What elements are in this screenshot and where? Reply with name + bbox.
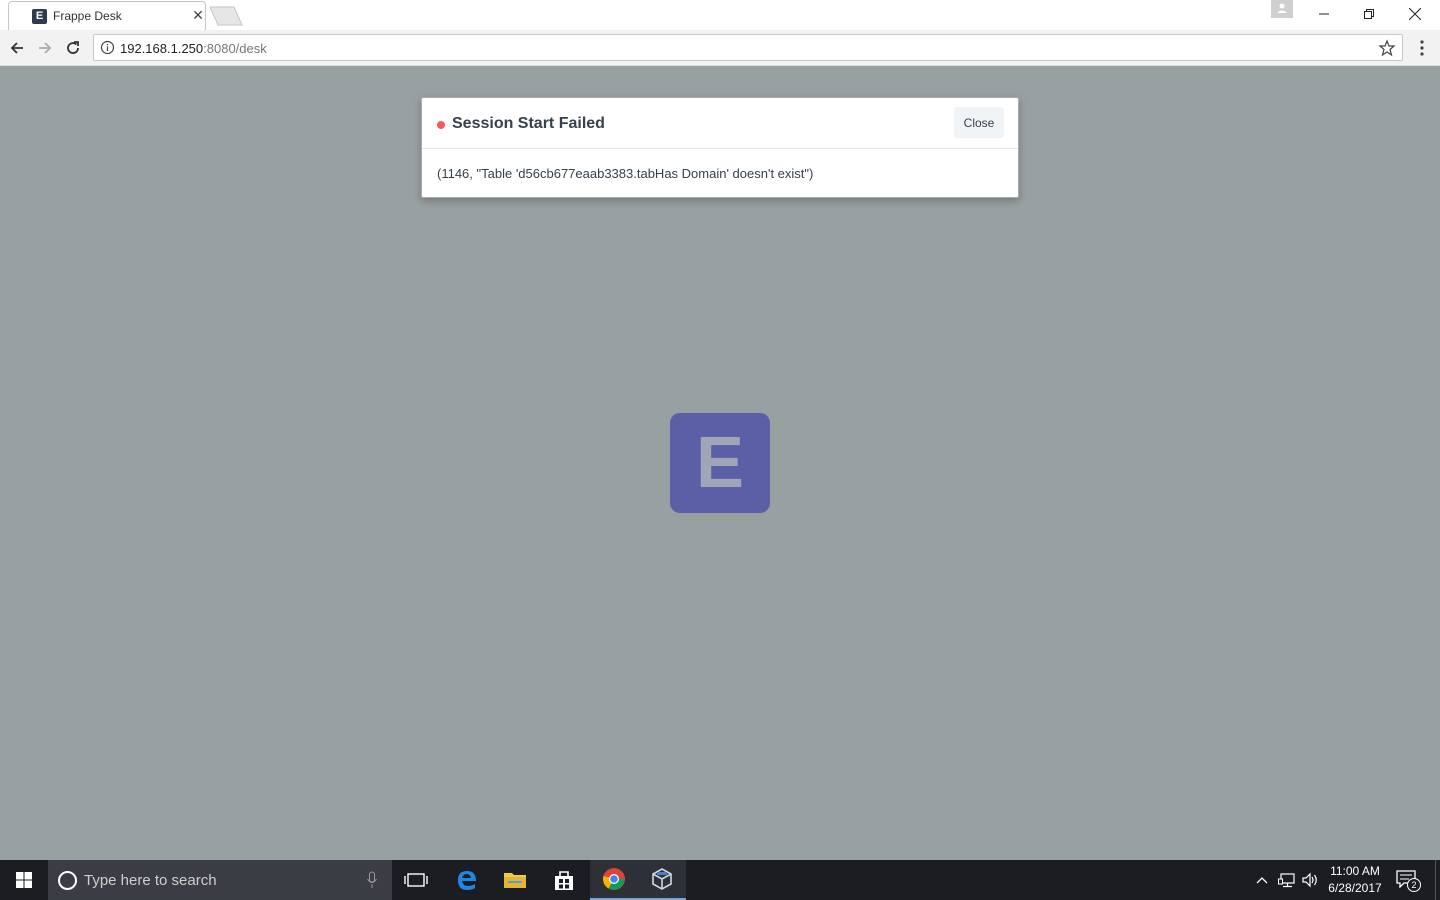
store-icon[interactable] [540, 860, 588, 900]
back-arrow-icon[interactable] [6, 37, 28, 59]
taskbar-search-box[interactable]: Type here to search [48, 860, 392, 900]
url-host: 192.168.1.250 [120, 41, 204, 56]
url-path: :8080/desk [203, 41, 267, 56]
error-indicator-icon [437, 121, 445, 129]
error-dialog: Session Start Failed Close (1146, "Table… [421, 97, 1019, 198]
clock-time: 11:00 AM [1330, 864, 1380, 878]
forward-arrow-icon[interactable] [34, 37, 56, 59]
url-text: 192.168.1.250:8080/desk [120, 41, 267, 56]
action-center-icon[interactable]: 2 [1394, 868, 1424, 892]
taskbar-clock[interactable]: 11:00 AM 6/28/2017 [1320, 863, 1390, 897]
dialog-title: Session Start Failed [452, 115, 605, 132]
bookmark-star-icon[interactable] [1378, 39, 1396, 57]
minimize-icon[interactable] [1301, 0, 1347, 28]
file-explorer-icon[interactable] [491, 860, 539, 900]
microphone-icon[interactable] [366, 871, 378, 889]
dialog-header: Session Start Failed Close [422, 98, 1018, 149]
notification-count-badge: 2 [1407, 878, 1421, 892]
reload-icon[interactable] [62, 37, 84, 59]
edge-icon[interactable] [443, 860, 491, 900]
tab-title: Frappe Desk [53, 9, 122, 23]
search-placeholder: Type here to search [84, 872, 217, 889]
browser-toolbar: 192.168.1.250:8080/desk [0, 30, 1440, 66]
logo-letter: E [695, 423, 745, 503]
browser-menu-icon[interactable] [1414, 39, 1430, 57]
browser-tab[interactable]: E Frappe Desk ✕ [8, 1, 206, 30]
windows-start-icon[interactable] [0, 860, 48, 900]
close-button[interactable]: Close [954, 107, 1004, 138]
window-close-icon[interactable] [1392, 0, 1438, 28]
chevron-up-icon[interactable] [1252, 870, 1272, 890]
chrome-icon[interactable] [590, 860, 638, 900]
browser-tabstrip: E Frappe Desk ✕ [0, 0, 1440, 30]
profile-avatar-icon[interactable] [1271, 0, 1293, 18]
show-desktop-button[interactable] [1435, 860, 1440, 900]
volume-icon[interactable] [1300, 870, 1320, 890]
cortana-icon [58, 871, 77, 890]
address-bar[interactable]: 192.168.1.250:8080/desk [93, 34, 1403, 61]
virtualbox-icon[interactable] [638, 860, 686, 900]
restore-icon[interactable] [1346, 0, 1392, 28]
erpnext-logo: E [670, 413, 770, 513]
page-content: Session Start Failed Close (1146, "Table… [0, 66, 1440, 860]
network-icon[interactable] [1277, 870, 1297, 890]
dialog-message: (1146, "Table 'd56cb677eaab3383.tabHas D… [437, 166, 814, 181]
clock-date: 6/28/2017 [1328, 881, 1382, 895]
site-info-icon[interactable] [100, 40, 115, 55]
task-view-icon[interactable] [392, 860, 440, 900]
frappe-favicon-icon: E [32, 9, 47, 24]
tab-close-icon[interactable]: ✕ [191, 7, 205, 23]
new-tab-button[interactable] [206, 6, 244, 26]
windows-taskbar: Type here to search 11:00 AM 6/28/2017 2 [0, 860, 1440, 900]
